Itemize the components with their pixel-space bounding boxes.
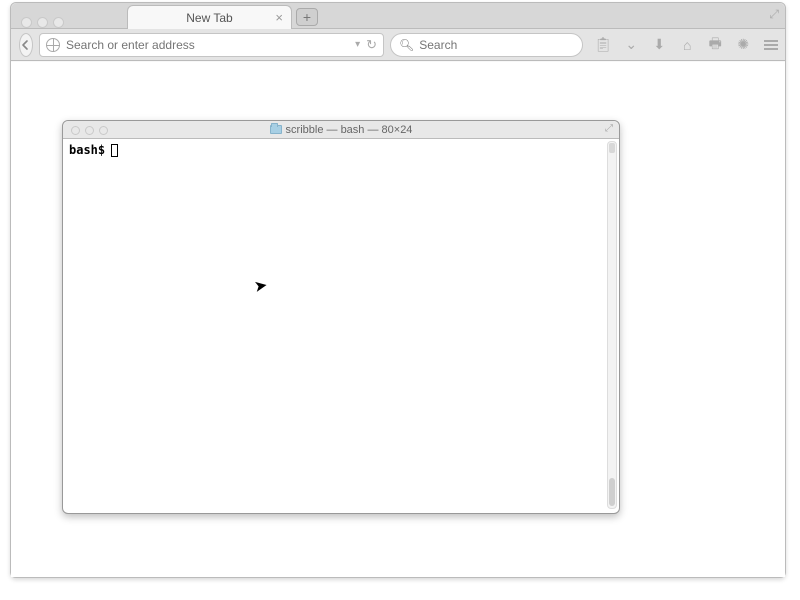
globe-icon (46, 38, 60, 52)
home-icon[interactable]: ⌂ (679, 37, 695, 53)
arrow-left-icon (20, 39, 32, 51)
reload-icon[interactable]: ↻ (366, 37, 377, 53)
terminal-window-controls (63, 124, 114, 135)
pocket-icon[interactable]: ⌄ (623, 37, 639, 53)
window-minimize-button[interactable] (37, 17, 48, 28)
toolbar-icons: 📋︎ ⌄ ⬇ ⌂ 🖶︎ ✺ (595, 37, 781, 53)
chevron-down-icon[interactable]: ▾ (355, 39, 360, 50)
addons-icon[interactable]: ✺ (735, 37, 751, 53)
terminal-body[interactable]: bash$ (65, 141, 605, 509)
terminal-scrollbar[interactable] (607, 141, 617, 509)
browser-tab[interactable]: New Tab × (127, 5, 292, 29)
terminal-titlebar[interactable]: scribble — bash — 80×24 ⤢ (63, 121, 619, 139)
url-bar[interactable]: ▾ ↻ (39, 33, 384, 57)
terminal-minimize-button[interactable] (85, 126, 94, 135)
tab-title: New Tab (186, 11, 232, 25)
search-bar[interactable]: 🔍︎ (390, 33, 583, 57)
terminal-window[interactable]: scribble — bash — 80×24 ⤢ bash$ (62, 120, 620, 514)
browser-toolbar: ▾ ↻ 🔍︎ 📋︎ ⌄ ⬇ ⌂ 🖶︎ ✺ (11, 29, 785, 61)
downloads-icon[interactable]: ⬇ (651, 37, 667, 53)
search-input[interactable] (419, 38, 574, 52)
url-input[interactable] (66, 38, 349, 52)
new-tab-button[interactable]: + (296, 8, 318, 26)
menu-button[interactable] (763, 37, 779, 53)
window-close-button[interactable] (21, 17, 32, 28)
scrollbar-thumb[interactable] (609, 478, 615, 506)
terminal-zoom-button[interactable] (99, 126, 108, 135)
scrollbar-up-indicator (609, 143, 615, 153)
window-zoom-button[interactable] (53, 17, 64, 28)
terminal-prompt-line: bash$ (69, 143, 601, 157)
url-right-controls: ▾ ↻ (355, 37, 377, 53)
terminal-close-button[interactable] (71, 126, 80, 135)
browser-tabbar: New Tab × + ⤢ (11, 3, 785, 29)
tab-close-icon[interactable]: × (275, 10, 283, 25)
back-button[interactable] (19, 33, 33, 57)
search-icon: 🔍︎ (399, 38, 414, 52)
window-controls (11, 10, 72, 28)
terminal-fullscreen-icon[interactable]: ⤢ (605, 123, 613, 134)
fullscreen-icon[interactable]: ⤢ (769, 7, 779, 22)
terminal-title-text: scribble — bash — 80×24 (286, 124, 413, 136)
print-icon[interactable]: 🖶︎ (707, 37, 723, 53)
terminal-title: scribble — bash — 80×24 (63, 124, 619, 136)
terminal-prompt: bash$ (69, 143, 105, 157)
hamburger-icon (764, 40, 778, 50)
clipboard-icon[interactable]: 📋︎ (595, 37, 611, 53)
plus-icon: + (303, 10, 311, 24)
terminal-cursor (111, 144, 118, 157)
folder-icon (270, 125, 282, 134)
